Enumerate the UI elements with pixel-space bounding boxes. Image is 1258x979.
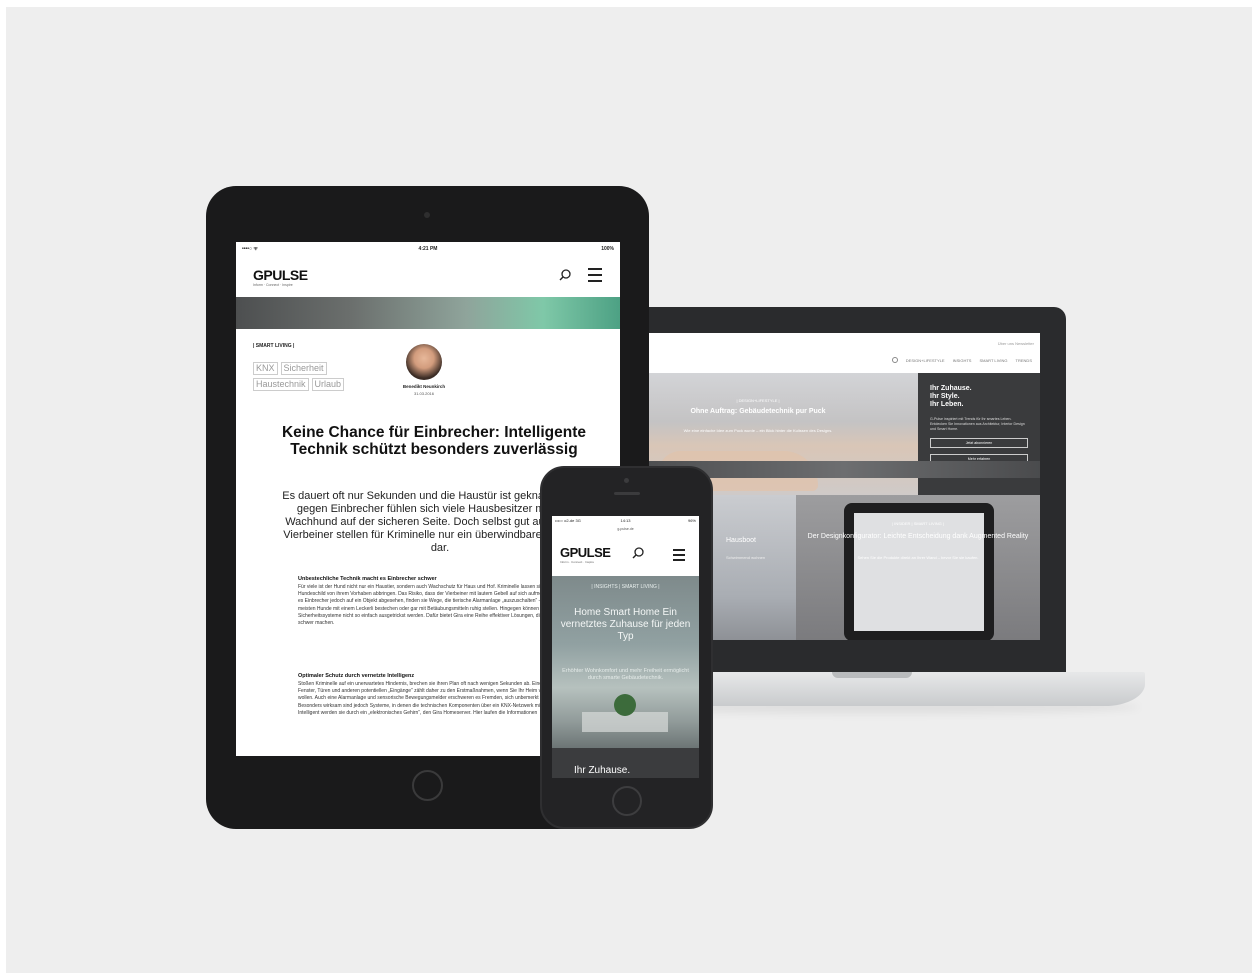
hero-teaser[interactable]: | INSIGHTS | SMART LIVING | Home Smart H… — [552, 576, 699, 748]
logo-tagline: Inform · Connect · Inspire — [560, 560, 595, 564]
search-icon[interactable] — [891, 357, 898, 363]
tile-title: Hausboot — [726, 537, 756, 544]
hero-text: Wie eine einfache Idee zum Puck wurde – … — [683, 428, 833, 433]
laptop-topbar: Über uns Newsletter — [648, 333, 1040, 351]
claim-text: G-Pulse inspiriert mit Trends für Ihr sm… — [930, 417, 1025, 431]
teaser-tile-configurator[interactable]: | INSIDER | SMART LIVING | Der Designkon… — [796, 495, 1040, 640]
menu-icon[interactable] — [673, 549, 685, 561]
menu-icon[interactable] — [588, 268, 602, 282]
claim-title: Ihr Zuhause. — [574, 765, 631, 776]
battery-indicator: 100% — [601, 246, 614, 252]
tag-list: KNX Sicherheit Haustechnik Urlaub — [253, 362, 363, 391]
status-time: 4:21 PM — [418, 246, 438, 252]
search-icon[interactable] — [632, 547, 644, 559]
claim-title: Ihr Zuhause. Ihr Style. Ihr Leben. — [930, 385, 972, 408]
subscribe-button[interactable]: Jetzt abonnieren — [930, 438, 1028, 448]
phone-screen: ••••○ o2-de 3G 14:13 96% g-pulse.de GPUL… — [552, 516, 699, 778]
author-name: Benedikt Neunkirch — [402, 384, 446, 389]
hero-title[interactable]: Ohne Auftrag: Gebäudetechnik pur Puck — [648, 408, 868, 415]
status-bar: ••••○ ᯤ 4:21 PM 100% — [236, 242, 620, 256]
tile-title: Der Designkonfigurator: Leichte Entschei… — [807, 533, 1029, 540]
laptop-nav: DESIGN+LIFESTYLE INSIGHTS SMART LIVING T… — [891, 357, 1032, 363]
tag-chip[interactable]: Urlaub — [311, 378, 345, 391]
camera-icon — [624, 478, 629, 483]
nav-item-design[interactable]: DESIGN+LIFESTYLE — [906, 358, 945, 363]
hero-tag: | DESIGN+LIFESTYLE | — [736, 398, 780, 403]
article-title: Keine Chance für Einbrecher: Intelligent… — [281, 424, 587, 458]
nav-item-insights[interactable]: INSIGHTS — [953, 358, 972, 363]
author-avatar — [406, 344, 442, 380]
hero-tag: | INSIGHTS | SMART LIVING | — [591, 584, 660, 590]
home-button[interactable] — [412, 770, 443, 801]
battery-indicator: 96% — [687, 518, 696, 523]
home-button[interactable] — [612, 786, 642, 816]
tile-tag: | INSIDER | SMART LIVING | — [892, 521, 944, 526]
hero-text: Erhöhter Wohnkomfort und mehr Freiheit e… — [562, 668, 689, 681]
tag-chip[interactable]: Haustechnik — [253, 378, 309, 391]
article-date: 31.03.2016 — [413, 391, 435, 396]
site-logo[interactable]: GPULSE — [560, 545, 611, 560]
top-links[interactable]: Über uns Newsletter — [998, 341, 1034, 346]
camera-icon — [424, 212, 430, 218]
status-time: 14:13 — [620, 518, 631, 523]
speaker-grille — [614, 492, 640, 495]
tag-chip[interactable]: KNX — [253, 362, 278, 375]
header-banner-image — [236, 297, 620, 329]
article-category[interactable]: | SMART LIVING | — [253, 343, 294, 349]
hero-image-plant — [614, 694, 636, 716]
hero-title[interactable]: Home Smart Home Ein vernetztes Zuhause f… — [556, 607, 695, 643]
search-icon[interactable] — [559, 269, 571, 281]
nav-item-smart-living[interactable]: SMART LIVING — [979, 358, 1007, 363]
logo-tagline: Inform · Connect · Inspire — [253, 283, 293, 287]
status-bar: ••••○ o2-de 3G 14:13 96% — [552, 516, 699, 524]
nav-item-trends[interactable]: TRENDS — [1016, 358, 1032, 363]
claim-panel: Ihr Zuhause. — [552, 748, 699, 778]
tile-subtitle: Schwimmend wohnen — [726, 555, 766, 560]
tile-text: Sehen Sie die Produkte direkt an Ihrer W… — [857, 555, 979, 560]
tag-chip[interactable]: Sicherheit — [280, 362, 327, 375]
address-bar[interactable]: g-pulse.de — [552, 527, 699, 531]
site-logo[interactable]: GPULSE — [253, 267, 308, 283]
